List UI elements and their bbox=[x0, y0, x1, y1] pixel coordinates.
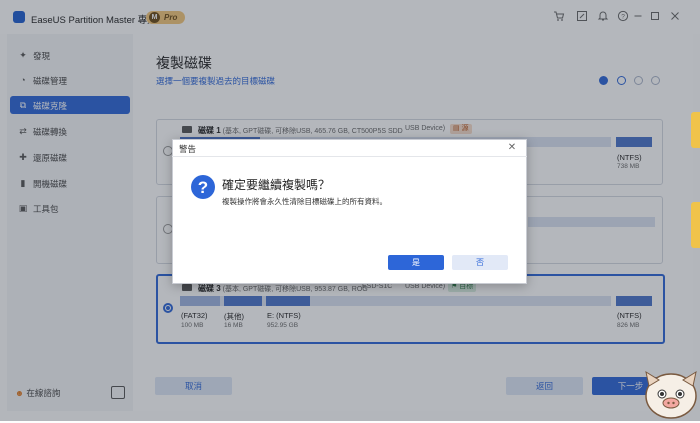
mascot-watermark-icon bbox=[643, 368, 699, 421]
svg-text:?: ? bbox=[198, 178, 208, 197]
dialog-message: 複製操作將會永久性清除目標磁碟上的所有資料。 bbox=[222, 197, 387, 206]
dialog-title: 警告 bbox=[179, 144, 197, 154]
dialog-close-icon[interactable]: ✕ bbox=[505, 141, 519, 155]
question-icon: ? bbox=[190, 174, 216, 200]
dialog-divider bbox=[172, 156, 527, 157]
yes-button[interactable]: 是 bbox=[388, 255, 444, 270]
edge-tab bbox=[691, 112, 700, 148]
edge-tab bbox=[691, 202, 700, 248]
dialog-heading: 確定要繼續複製嗎？ bbox=[222, 178, 331, 192]
no-button[interactable]: 否 bbox=[452, 255, 508, 270]
